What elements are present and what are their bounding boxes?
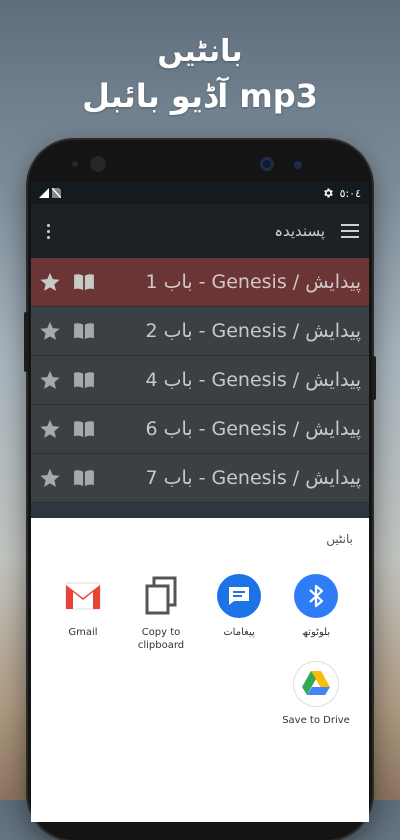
favorite-row[interactable]: پیدایش / Genesis - باب 1	[31, 258, 369, 307]
copy-icon	[139, 574, 183, 618]
favorite-title: پیدایش / Genesis - باب 7	[145, 467, 361, 489]
book-icon[interactable]	[73, 322, 95, 340]
dot-icon	[46, 223, 50, 227]
promo-headline: بانٹیں mp3 آڈیو بائبل	[0, 30, 400, 118]
share-target-gmail[interactable]: Gmail	[43, 574, 123, 639]
favorite-row[interactable]: پیدایش / Genesis - باب 7	[31, 454, 369, 503]
share-target-label: Save to Drive	[282, 715, 350, 726]
share-sheet: بانٹیں بلوٹوتھ پیغامات Copy to clipboard	[31, 518, 369, 822]
status-time: ٥:٠٤	[339, 186, 361, 200]
signal-icon	[39, 188, 49, 198]
headline-line-1: بانٹیں	[157, 34, 243, 69]
camera-lens-icon	[260, 157, 274, 171]
favorite-title: پیدایش / Genesis - باب 2	[145, 320, 361, 342]
favorite-row[interactable]: پیدایش / Genesis - باب 6	[31, 405, 369, 454]
share-target-label: Gmail	[68, 627, 98, 638]
favorites-list: پیدایش / Genesis - باب 1 پیدایش / Genesi…	[31, 258, 369, 503]
toolbar-title: پسندیدہ	[274, 222, 325, 240]
headline-line-2: mp3 آڈیو بائبل	[82, 77, 318, 115]
share-target-drive[interactable]: Save to Drive	[276, 662, 356, 727]
share-target-label: بلوٹوتھ	[301, 627, 331, 638]
status-bar: ٥:٠٤	[31, 182, 369, 204]
bluetooth-icon	[294, 574, 338, 618]
hamburger-menu-button[interactable]	[341, 224, 359, 238]
star-icon[interactable]	[39, 271, 61, 293]
sensor-icon	[72, 161, 78, 167]
status-left	[39, 188, 61, 198]
favorite-title: پیدایش / Genesis - باب 4	[145, 369, 361, 391]
row-actions	[39, 418, 109, 440]
star-icon[interactable]	[39, 369, 61, 391]
favorite-row[interactable]: پیدایش / Genesis - باب 4	[31, 356, 369, 405]
row-actions	[39, 467, 109, 489]
share-target-copy-clipboard[interactable]: Copy to clipboard	[121, 574, 201, 652]
star-icon[interactable]	[39, 418, 61, 440]
star-icon[interactable]	[39, 467, 61, 489]
status-right: ٥:٠٤	[322, 187, 361, 200]
share-target-label: Copy to clipboard	[137, 627, 185, 651]
iris-sensor-icon	[294, 161, 302, 169]
no-sim-icon	[52, 188, 61, 198]
volume-button	[24, 312, 28, 372]
menu-line-icon	[341, 230, 359, 232]
favorite-title: پیدایش / Genesis - باب 6	[145, 418, 361, 440]
share-target-bluetooth[interactable]: بلوٹوتھ	[276, 574, 356, 639]
share-target-messages[interactable]: پیغامات	[199, 574, 279, 639]
row-actions	[39, 369, 109, 391]
drive-icon	[294, 662, 338, 706]
row-actions	[39, 320, 109, 342]
overflow-menu-button[interactable]	[43, 223, 53, 239]
book-icon[interactable]	[73, 371, 95, 389]
favorite-title: پیدایش / Genesis - باب 1	[145, 271, 361, 293]
share-sheet-title: بانٹیں	[326, 532, 353, 546]
menu-line-icon	[341, 224, 359, 226]
gmail-icon	[61, 574, 105, 618]
menu-line-icon	[341, 236, 359, 238]
book-icon[interactable]	[73, 420, 95, 438]
app-toolbar: پسندیدہ	[31, 204, 369, 258]
messages-icon	[217, 574, 261, 618]
app-screen: ٥:٠٤ پسندیدہ پیدایش / Genesis - باب 1 پی…	[31, 182, 369, 822]
book-icon[interactable]	[73, 469, 95, 487]
front-camera-icon	[90, 156, 106, 172]
power-button	[372, 356, 376, 400]
row-actions	[39, 271, 109, 293]
dot-icon	[46, 235, 50, 239]
gear-icon	[323, 188, 333, 198]
dot-icon	[46, 229, 50, 233]
favorite-row[interactable]: پیدایش / Genesis - باب 2	[31, 307, 369, 356]
share-target-label: پیغامات	[223, 627, 255, 638]
book-icon[interactable]	[73, 273, 95, 291]
star-icon[interactable]	[39, 320, 61, 342]
